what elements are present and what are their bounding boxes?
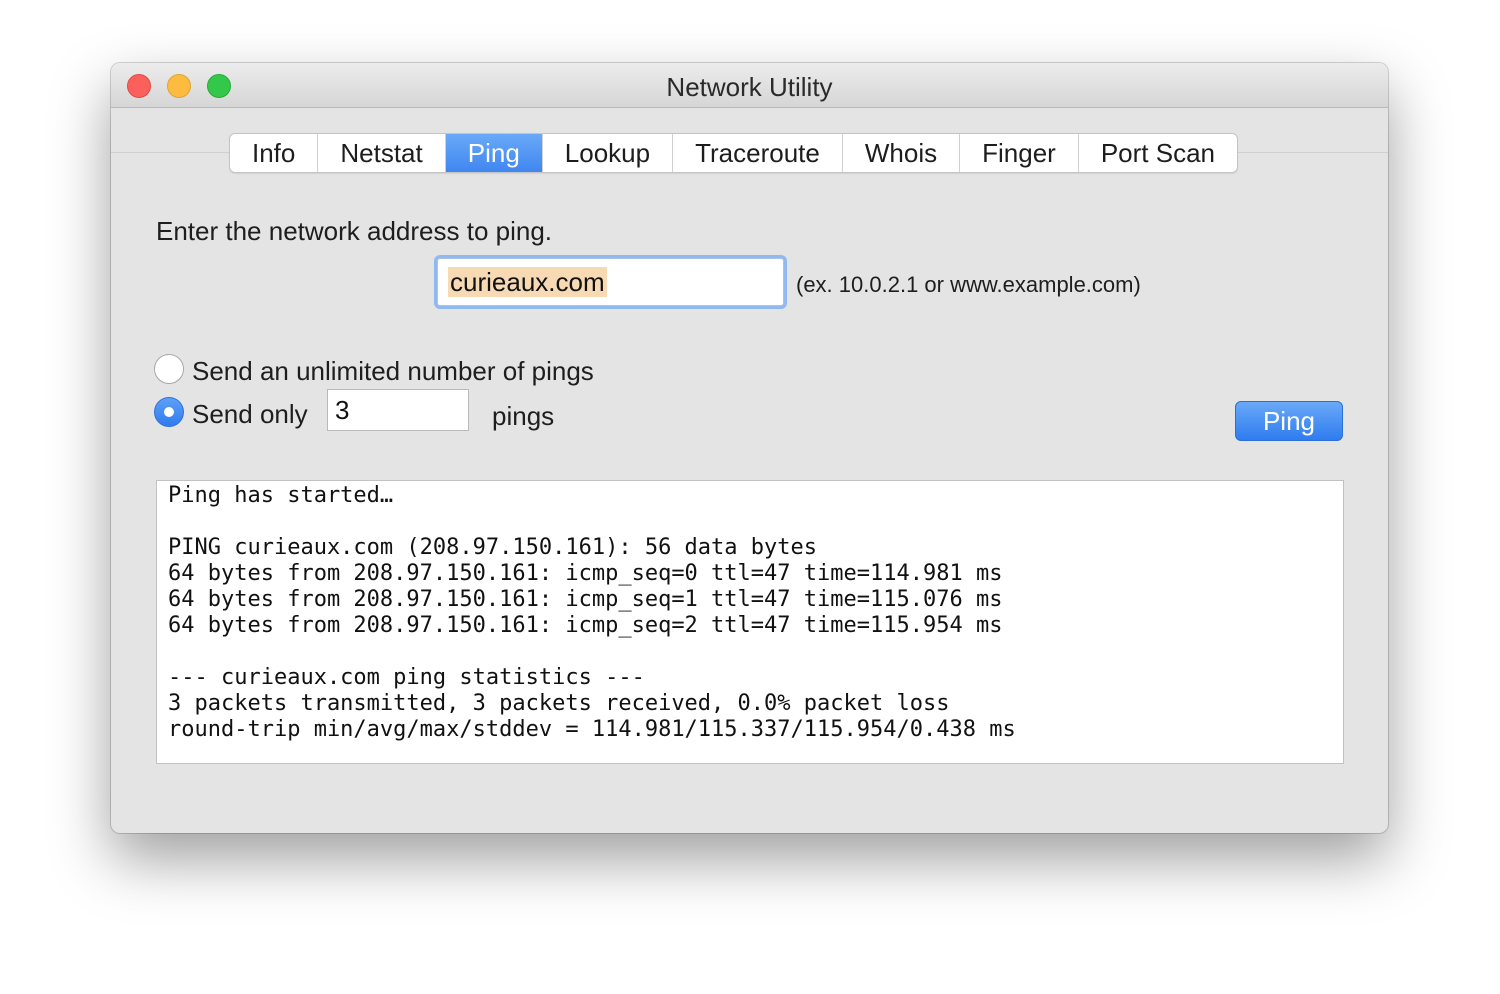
output-line: 64 bytes from 208.97.150.161: icmp_seq=1…: [168, 587, 1003, 612]
output-line: --- curieaux.com ping statistics ---: [168, 665, 645, 690]
output-line: 64 bytes from 208.97.150.161: icmp_seq=2…: [168, 613, 1003, 638]
address-prompt: Enter the network address to ping.: [156, 216, 553, 246]
tab-lookup[interactable]: Lookup: [543, 134, 674, 172]
tab-traceroute[interactable]: Traceroute: [673, 134, 843, 172]
output-line: 64 bytes from 208.97.150.161: icmp_seq=0…: [168, 561, 1003, 586]
network-utility-window: Network Utility Info Netstat Ping Lookup…: [111, 63, 1388, 833]
ping-output[interactable]: Ping has started… PING curieaux.com (208…: [156, 480, 1344, 764]
output-line: round-trip min/avg/max/stddev = 114.981/…: [168, 717, 1016, 742]
tab-port-scan[interactable]: Port Scan: [1079, 134, 1237, 172]
unlimited-pings-label[interactable]: Send an unlimited number of pings: [192, 356, 594, 387]
tab-info[interactable]: Info: [230, 134, 319, 172]
output-line: 3 packets transmitted, 3 packets receive…: [168, 691, 950, 716]
window-title: Network Utility: [666, 72, 833, 102]
pings-suffix-label: pings: [492, 401, 555, 431]
output-line: Ping has started…: [168, 483, 394, 508]
address-value: curieaux.com: [448, 267, 607, 297]
tab-ping[interactable]: Ping: [445, 134, 543, 172]
tab-whois[interactable]: Whois: [843, 134, 961, 172]
unlimited-pings-radio[interactable]: [154, 354, 184, 384]
output-line: PING curieaux.com (208.97.150.161): 56 d…: [168, 535, 818, 560]
title-bar[interactable]: Network Utility: [111, 63, 1388, 108]
address-input[interactable]: curieaux.com: [437, 258, 784, 306]
tab-bar: Info Netstat Ping Lookup Traceroute Whoi…: [229, 133, 1238, 173]
tab-finger[interactable]: Finger: [960, 134, 1079, 172]
ping-button[interactable]: Ping: [1235, 401, 1343, 441]
ping-count-input[interactable]: 3: [327, 389, 469, 431]
tab-netstat[interactable]: Netstat: [318, 134, 446, 172]
send-only-radio[interactable]: [154, 397, 184, 427]
send-only-label[interactable]: Send only: [192, 399, 308, 430]
address-hint: (ex. 10.0.2.1 or www.example.com): [796, 272, 1141, 297]
